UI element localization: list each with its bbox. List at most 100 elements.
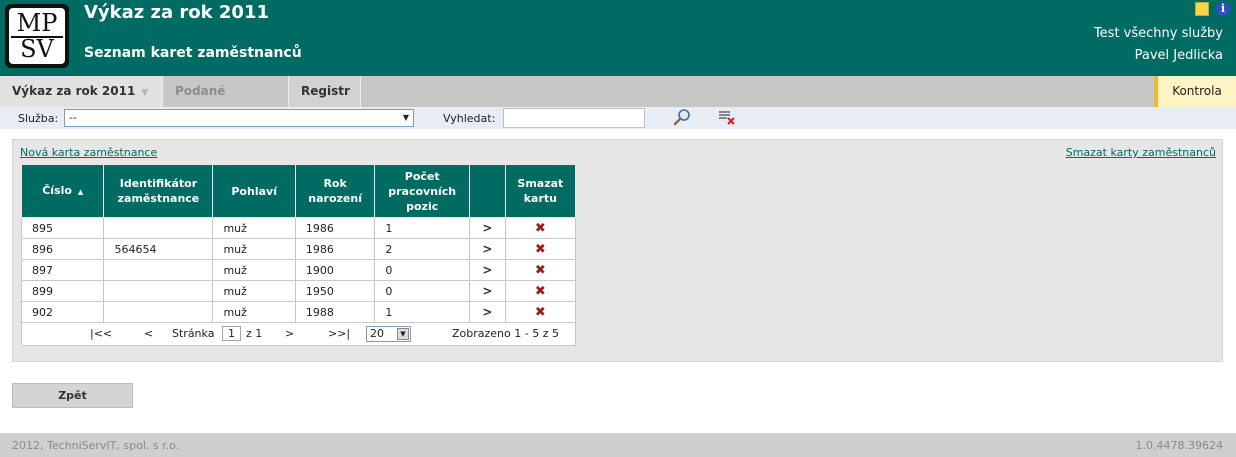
- table-row: 896 564654 muž 1986 2 > ✖: [20, 238, 577, 260]
- app-title: Výkaz za rok 2011: [84, 2, 269, 23]
- chevron-right-icon[interactable]: >: [482, 221, 492, 235]
- main-menu: Výkaz za rok 2011 ▼ Podané výkazy Registr…: [0, 76, 1236, 129]
- open-card-cell: >: [469, 217, 506, 239]
- cell-pohlavi: muž: [212, 280, 296, 302]
- clear-filter-icon[interactable]: [718, 108, 736, 126]
- cell-pohlavi: muž: [212, 238, 296, 260]
- open-card-cell: >: [469, 301, 506, 323]
- table-header-row: Číslo ▲ Identifikátor zaměstnance Pohlaví…: [20, 164, 577, 218]
- cell-cislo: 902: [20, 301, 105, 323]
- pager-last-button[interactable]: >>|: [328, 327, 350, 340]
- cell-cislo: 897: [20, 259, 105, 281]
- pager-next-button[interactable]: >: [285, 327, 294, 340]
- open-card-cell: >: [469, 238, 506, 260]
- service-select[interactable]: -- ▼: [64, 109, 414, 127]
- pager-summary: Zobrazeno 1 - 5 z 5: [452, 327, 559, 340]
- new-card-link[interactable]: Nová karta zaměstnance: [20, 146, 157, 159]
- footer-version: 1.0.4478.39624: [1135, 439, 1223, 452]
- employee-cards-panel: Nová karta zaměstnance Smazat karty zamě…: [12, 139, 1223, 362]
- pager-row: |<< < Stránka 1 z 1 > >>| 20 ▼ Zobrazeno…: [21, 322, 576, 346]
- col-header-pocet[interactable]: Počet pracovních pozic: [374, 164, 471, 218]
- kontrola-button[interactable]: Kontrola: [1154, 76, 1236, 107]
- chevron-right-icon[interactable]: >: [482, 242, 492, 256]
- cell-pocet: 1: [374, 301, 471, 323]
- cell-cislo: 896: [20, 238, 105, 260]
- delete-x-icon[interactable]: ✖: [535, 263, 546, 278]
- cell-identifikator: [103, 217, 214, 239]
- delete-card-cell: ✖: [504, 301, 577, 323]
- service-select-value: --: [69, 111, 77, 124]
- menu-item-label: Výkaz za rok 2011: [12, 84, 136, 98]
- chevron-down-icon: ▼: [397, 328, 409, 340]
- col-header-detail: [469, 164, 506, 218]
- menu-item-vykaz[interactable]: Výkaz za rok 2011 ▼: [0, 76, 163, 107]
- filter-bar: Služba: -- ▼ Vyhledat:: [0, 107, 1236, 129]
- service-label: Služba:: [18, 112, 59, 125]
- chevron-right-icon[interactable]: >: [482, 305, 492, 319]
- cell-rok: 1986: [294, 217, 376, 239]
- cell-identifikator: 564654: [103, 238, 214, 260]
- cell-identifikator: [103, 301, 214, 323]
- menu-item-registr[interactable]: Registr: [289, 76, 361, 107]
- sort-asc-icon: ▲: [77, 187, 84, 196]
- logo-text-top: MP: [16, 9, 58, 37]
- cell-pohlavi: muž: [212, 217, 296, 239]
- delete-card-cell: ✖: [504, 217, 577, 239]
- delete-card-cell: ✖: [504, 238, 577, 260]
- col-header-identifikator[interactable]: Identifikátor zaměstnance: [103, 164, 214, 218]
- cell-rok: 1950: [294, 280, 376, 302]
- cell-pocet: 2: [374, 238, 471, 260]
- delete-x-icon[interactable]: ✖: [535, 221, 546, 236]
- search-label: Vyhledat:: [443, 112, 496, 125]
- pager-prev-button[interactable]: <: [144, 327, 153, 340]
- menu-item-podane-vykazy: Podané výkazy: [163, 76, 289, 129]
- app-header: MP SV Výkaz za rok 2011 Seznam karet zam…: [0, 0, 1236, 76]
- delete-x-icon[interactable]: ✖: [535, 242, 546, 257]
- chevron-right-icon[interactable]: >: [482, 284, 492, 298]
- cell-pohlavi: muž: [212, 259, 296, 281]
- header-icons: i: [1194, 2, 1230, 16]
- col-header-pohlavi[interactable]: Pohlaví: [212, 164, 296, 218]
- note-icon[interactable]: [1194, 2, 1209, 16]
- open-card-cell: >: [469, 280, 506, 302]
- pager-page-label: Stránka: [172, 327, 215, 340]
- pager-first-button[interactable]: |<<: [90, 327, 112, 340]
- user-name: Pavel Jedlicka: [1134, 48, 1223, 63]
- search-input[interactable]: [503, 108, 645, 128]
- service-name: Test všechny služby: [1093, 26, 1223, 41]
- delete-x-icon[interactable]: ✖: [535, 284, 546, 299]
- info-icon[interactable]: i: [1216, 2, 1230, 16]
- page-title: Seznam karet zaměstnanců: [84, 45, 302, 61]
- delete-card-cell: ✖: [504, 259, 577, 281]
- dropdown-arrow-icon: ▼: [402, 113, 409, 122]
- table-row: 895 muž 1986 1 > ✖: [20, 217, 577, 239]
- cell-cislo: 895: [20, 217, 105, 239]
- table-row: 899 muž 1950 0 > ✖: [20, 280, 577, 302]
- cell-rok: 1988: [294, 301, 376, 323]
- page-size-value: 20: [370, 327, 384, 340]
- employee-cards-table: Číslo ▲ Identifikátor zaměstnance Pohlaví…: [20, 164, 577, 346]
- pager: |<< < Stránka 1 z 1 > >>| 20 ▼ Zobrazeno…: [32, 323, 575, 345]
- cell-pocet: 0: [374, 280, 471, 302]
- mpsv-logo: MP SV: [5, 4, 69, 68]
- cell-cislo: 899: [20, 280, 105, 302]
- back-button[interactable]: Zpět: [12, 383, 133, 408]
- search-icon[interactable]: [673, 108, 691, 126]
- logo-text-bottom: SV: [20, 35, 54, 63]
- col-header-rok[interactable]: Rok narození: [294, 164, 376, 218]
- chevron-right-icon[interactable]: >: [482, 263, 492, 277]
- cell-pocet: 1: [374, 217, 471, 239]
- cell-pohlavi: muž: [212, 301, 296, 323]
- delete-cards-link[interactable]: Smazat karty zaměstnanců: [1066, 146, 1216, 159]
- cell-rok: 1986: [294, 238, 376, 260]
- cell-pocet: 0: [374, 259, 471, 281]
- table-row: 897 muž 1900 0 > ✖: [20, 259, 577, 281]
- delete-card-cell: ✖: [504, 280, 577, 302]
- delete-x-icon[interactable]: ✖: [535, 305, 546, 320]
- page-number-input[interactable]: 1: [222, 326, 241, 341]
- open-card-cell: >: [469, 259, 506, 281]
- page-size-select[interactable]: 20 ▼: [366, 326, 411, 342]
- footer: 2012, TechniServIT, spol. s r.o. 1.0.447…: [0, 433, 1236, 457]
- pager-page-count: z 1: [246, 327, 263, 340]
- col-header-cislo[interactable]: Číslo ▲: [20, 164, 105, 218]
